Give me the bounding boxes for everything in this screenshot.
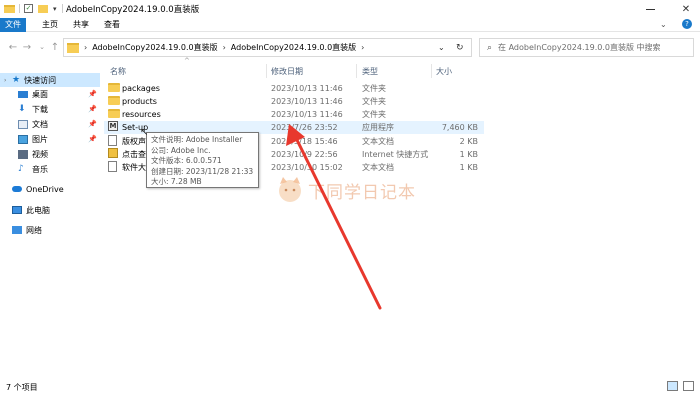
large-icons-view-icon[interactable] <box>683 381 694 391</box>
details-view-icon[interactable] <box>667 381 678 391</box>
annotation-arrow <box>286 124 382 310</box>
item-count: 7 个项目 <box>6 383 38 392</box>
status-bar: 7 个项目 <box>0 379 700 395</box>
